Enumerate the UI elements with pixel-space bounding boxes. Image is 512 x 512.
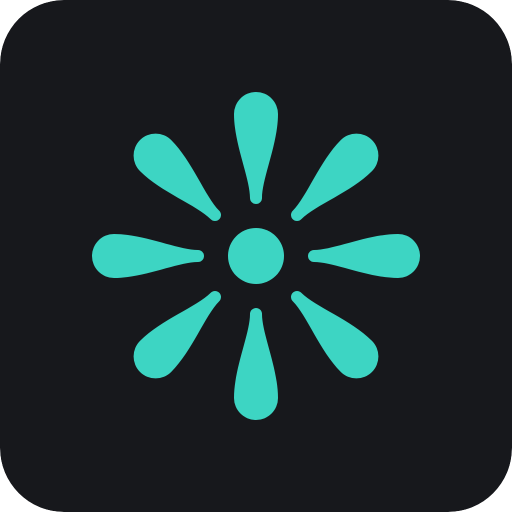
center-dot [228,228,284,284]
app-icon[interactable] [0,0,512,512]
asterisk-flower-icon [0,0,512,512]
